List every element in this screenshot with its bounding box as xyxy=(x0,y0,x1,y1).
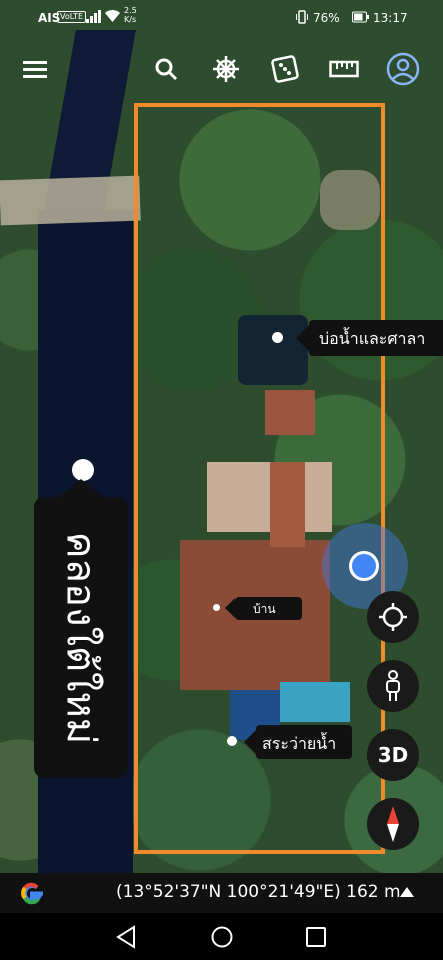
pool-label[interactable]: สระว่ายน้ำ xyxy=(244,725,352,759)
account-button[interactable] xyxy=(385,52,421,86)
measure-button[interactable] xyxy=(326,52,362,86)
canal-placemark[interactable] xyxy=(72,459,94,481)
pegman-icon xyxy=(386,670,400,701)
ship-wheel-icon xyxy=(213,56,239,82)
system-navigation-bar xyxy=(0,913,443,960)
pond-placemark[interactable] xyxy=(272,332,283,343)
google-logo-icon xyxy=(21,882,43,905)
signal-icon xyxy=(86,10,101,23)
voyager-button[interactable] xyxy=(208,52,244,86)
house-label-text: บ้าน xyxy=(253,602,276,616)
vibrate-icon xyxy=(296,10,308,24)
dice-icon xyxy=(271,55,299,83)
network-badge: VoLTE xyxy=(57,11,87,23)
pond-label[interactable]: บ่อน้ำและศาลา xyxy=(296,320,443,356)
status-bar: AIS VoLTE 2.5 K/s 76% 13:17 xyxy=(0,0,443,36)
canal-label[interactable]: คลองใต้ใหม่ xyxy=(34,479,128,778)
account-icon xyxy=(386,52,420,86)
home-icon[interactable] xyxy=(210,925,234,949)
locate-button[interactable] xyxy=(367,591,419,643)
bridge xyxy=(0,175,141,226)
house-placemark[interactable] xyxy=(213,604,220,611)
search-button[interactable] xyxy=(148,52,184,86)
wifi-icon xyxy=(105,10,120,22)
house-label[interactable]: บ้าน xyxy=(225,597,302,620)
locate-icon xyxy=(379,603,407,631)
feeling-lucky-button[interactable] xyxy=(267,52,303,86)
ruler-icon xyxy=(329,60,359,78)
clock: 13:17 xyxy=(373,11,408,25)
battery-percent: 76% xyxy=(313,11,340,25)
back-icon[interactable] xyxy=(115,925,137,949)
compass-icon xyxy=(387,806,399,842)
pool-label-text: สระว่ายน้ำ xyxy=(262,734,337,753)
toggle-3d-label: 3D xyxy=(377,743,409,767)
pool-placemark[interactable] xyxy=(227,736,237,746)
chevron-up-icon[interactable] xyxy=(400,887,414,897)
pond-label-text: บ่อน้ำและศาลา xyxy=(319,329,426,348)
street-view-button[interactable] xyxy=(367,660,419,712)
my-location-dot[interactable] xyxy=(349,551,379,581)
compass-button[interactable] xyxy=(367,798,419,850)
menu-button[interactable] xyxy=(17,52,53,86)
network-speed: 2.5 K/s xyxy=(124,6,137,24)
coordinates-readout[interactable]: (13°52'37"N 100°21'49"E) 162 m xyxy=(116,882,401,902)
recents-icon[interactable] xyxy=(305,926,327,948)
toggle-3d-button[interactable]: 3D xyxy=(367,729,419,781)
info-bar: (13°52'37"N 100°21'49"E) 162 m xyxy=(0,873,443,913)
battery-icon xyxy=(352,11,369,23)
menu-icon xyxy=(23,61,47,78)
search-icon xyxy=(155,58,178,81)
canal-label-text: คลองใต้ใหม่ xyxy=(57,531,104,744)
